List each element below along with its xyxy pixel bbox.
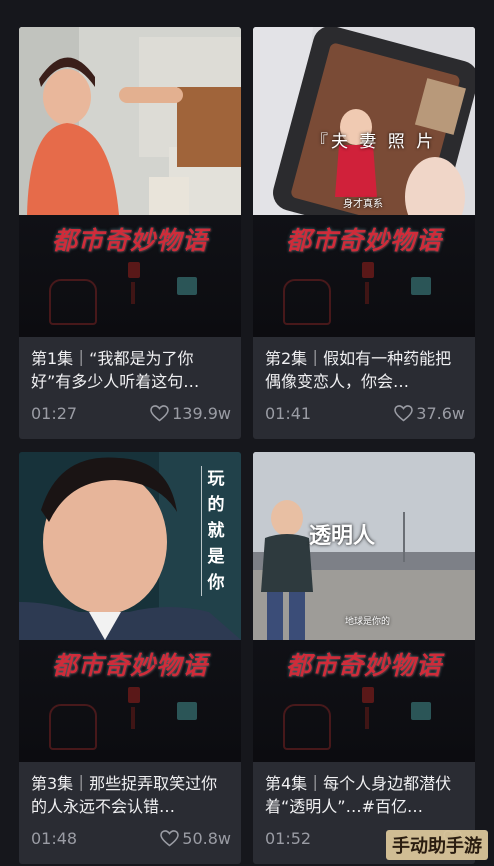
decor-pole [131, 707, 135, 729]
episode-meta: 01:27 139.9w [31, 404, 231, 423]
decor-teal-box [177, 277, 197, 295]
episode-card-2[interactable]: 『夫 妻 照 片 身才真系 都市奇妙物语 第2集｜假如有一种药能把偶像变恋人，你… [253, 27, 475, 439]
episode-meta: 01:48 50.8w [31, 829, 231, 848]
thumbnail-caption: 『夫 妻 照 片 [311, 132, 437, 152]
thumbnail-still: 『夫 妻 照 片 身才真系 [253, 27, 475, 215]
site-watermark: 手动助手游 [386, 830, 488, 860]
decor-chair [49, 279, 97, 325]
thumbnail-still: 透明人 地球是你的 [253, 452, 475, 640]
thumbnail-still [19, 27, 241, 215]
series-banner: 都市奇妙物语 [51, 226, 208, 255]
thumbnail-small-caption: 地球是你的 [345, 617, 391, 627]
episode-duration: 01:27 [31, 404, 78, 423]
decor-chair [49, 704, 97, 750]
series-banner: 都市奇妙物语 [51, 651, 208, 680]
decor-red-light [128, 687, 140, 703]
like-count-value: 139.9w [172, 404, 231, 423]
episode-info: 第2集｜假如有一种药能把偶像变恋人，你会… 01:41 37.6w [253, 337, 475, 439]
episode-title[interactable]: 第1集｜“我都是为了你好”有多少人听着这句… [31, 347, 229, 393]
decor-pole [365, 282, 369, 304]
decor-teal-box [411, 277, 431, 295]
thumbnail-caption: 透明人 [309, 523, 376, 549]
series-banner: 都市奇妙物语 [285, 226, 442, 255]
heart-icon [150, 405, 169, 422]
episode-thumbnail[interactable]: 透明人 地球是你的 都市奇妙物语 [253, 452, 475, 762]
decor-pole [365, 707, 369, 729]
episode-card-3[interactable]: 玩的就是你 都市奇妙物语 第3集｜那些捉弄取笑过你的人永远不会认错… 01:48… [19, 452, 241, 864]
thumbnail-small-caption: 身才真系 [343, 199, 383, 210]
decor-teal-box [411, 702, 431, 720]
thumbnail-still: 玩的就是你 [19, 452, 241, 640]
decor-red-light [128, 262, 140, 278]
decor-chair [283, 704, 331, 750]
decor-pole [131, 282, 135, 304]
heart-icon [160, 830, 180, 847]
episode-info: 第3集｜那些捉弄取笑过你的人永远不会认错… 01:48 50.8w [19, 762, 241, 864]
decor-red-light [362, 262, 374, 278]
video-grid: 都市奇妙物语 第1集｜“我都是为了你好”有多少人听着这句… 01:27 139.… [0, 0, 494, 866]
episode-meta: 01:41 37.6w [265, 404, 465, 423]
decor-teal-box [177, 702, 197, 720]
episode-thumbnail[interactable]: 都市奇妙物语 [19, 27, 241, 337]
episode-duration: 01:52 [265, 829, 312, 848]
like-count-value: 37.6w [416, 404, 465, 423]
episode-info: 第1集｜“我都是为了你好”有多少人听着这句… 01:27 139.9w [19, 337, 241, 439]
like-count-value: 50.8w [182, 829, 231, 848]
episode-title[interactable]: 第2集｜假如有一种药能把偶像变恋人，你会… [265, 347, 463, 393]
episode-card-4[interactable]: 透明人 地球是你的 都市奇妙物语 第4集｜每个人身边都潜伏着“透明人”…#百亿…… [253, 452, 475, 864]
episode-card-1[interactable]: 都市奇妙物语 第1集｜“我都是为了你好”有多少人听着这句… 01:27 139.… [19, 27, 241, 439]
episode-thumbnail[interactable]: 『夫 妻 照 片 身才真系 都市奇妙物语 [253, 27, 475, 337]
heart-icon [394, 405, 414, 422]
thumbnail-vertical-caption: 玩的就是你 [201, 466, 227, 596]
episode-title[interactable]: 第4集｜每个人身边都潜伏着“透明人”…#百亿… [265, 772, 463, 818]
like-count[interactable]: 50.8w [160, 829, 231, 848]
decor-chair [283, 279, 331, 325]
episode-duration: 01:48 [31, 829, 78, 848]
like-count[interactable]: 37.6w [394, 404, 465, 423]
series-banner: 都市奇妙物语 [285, 651, 442, 680]
episode-thumbnail[interactable]: 玩的就是你 都市奇妙物语 [19, 452, 241, 762]
like-count[interactable]: 139.9w [150, 404, 231, 423]
decor-red-light [362, 687, 374, 703]
episode-title[interactable]: 第3集｜那些捉弄取笑过你的人永远不会认错… [31, 772, 229, 818]
episode-duration: 01:41 [265, 404, 312, 423]
